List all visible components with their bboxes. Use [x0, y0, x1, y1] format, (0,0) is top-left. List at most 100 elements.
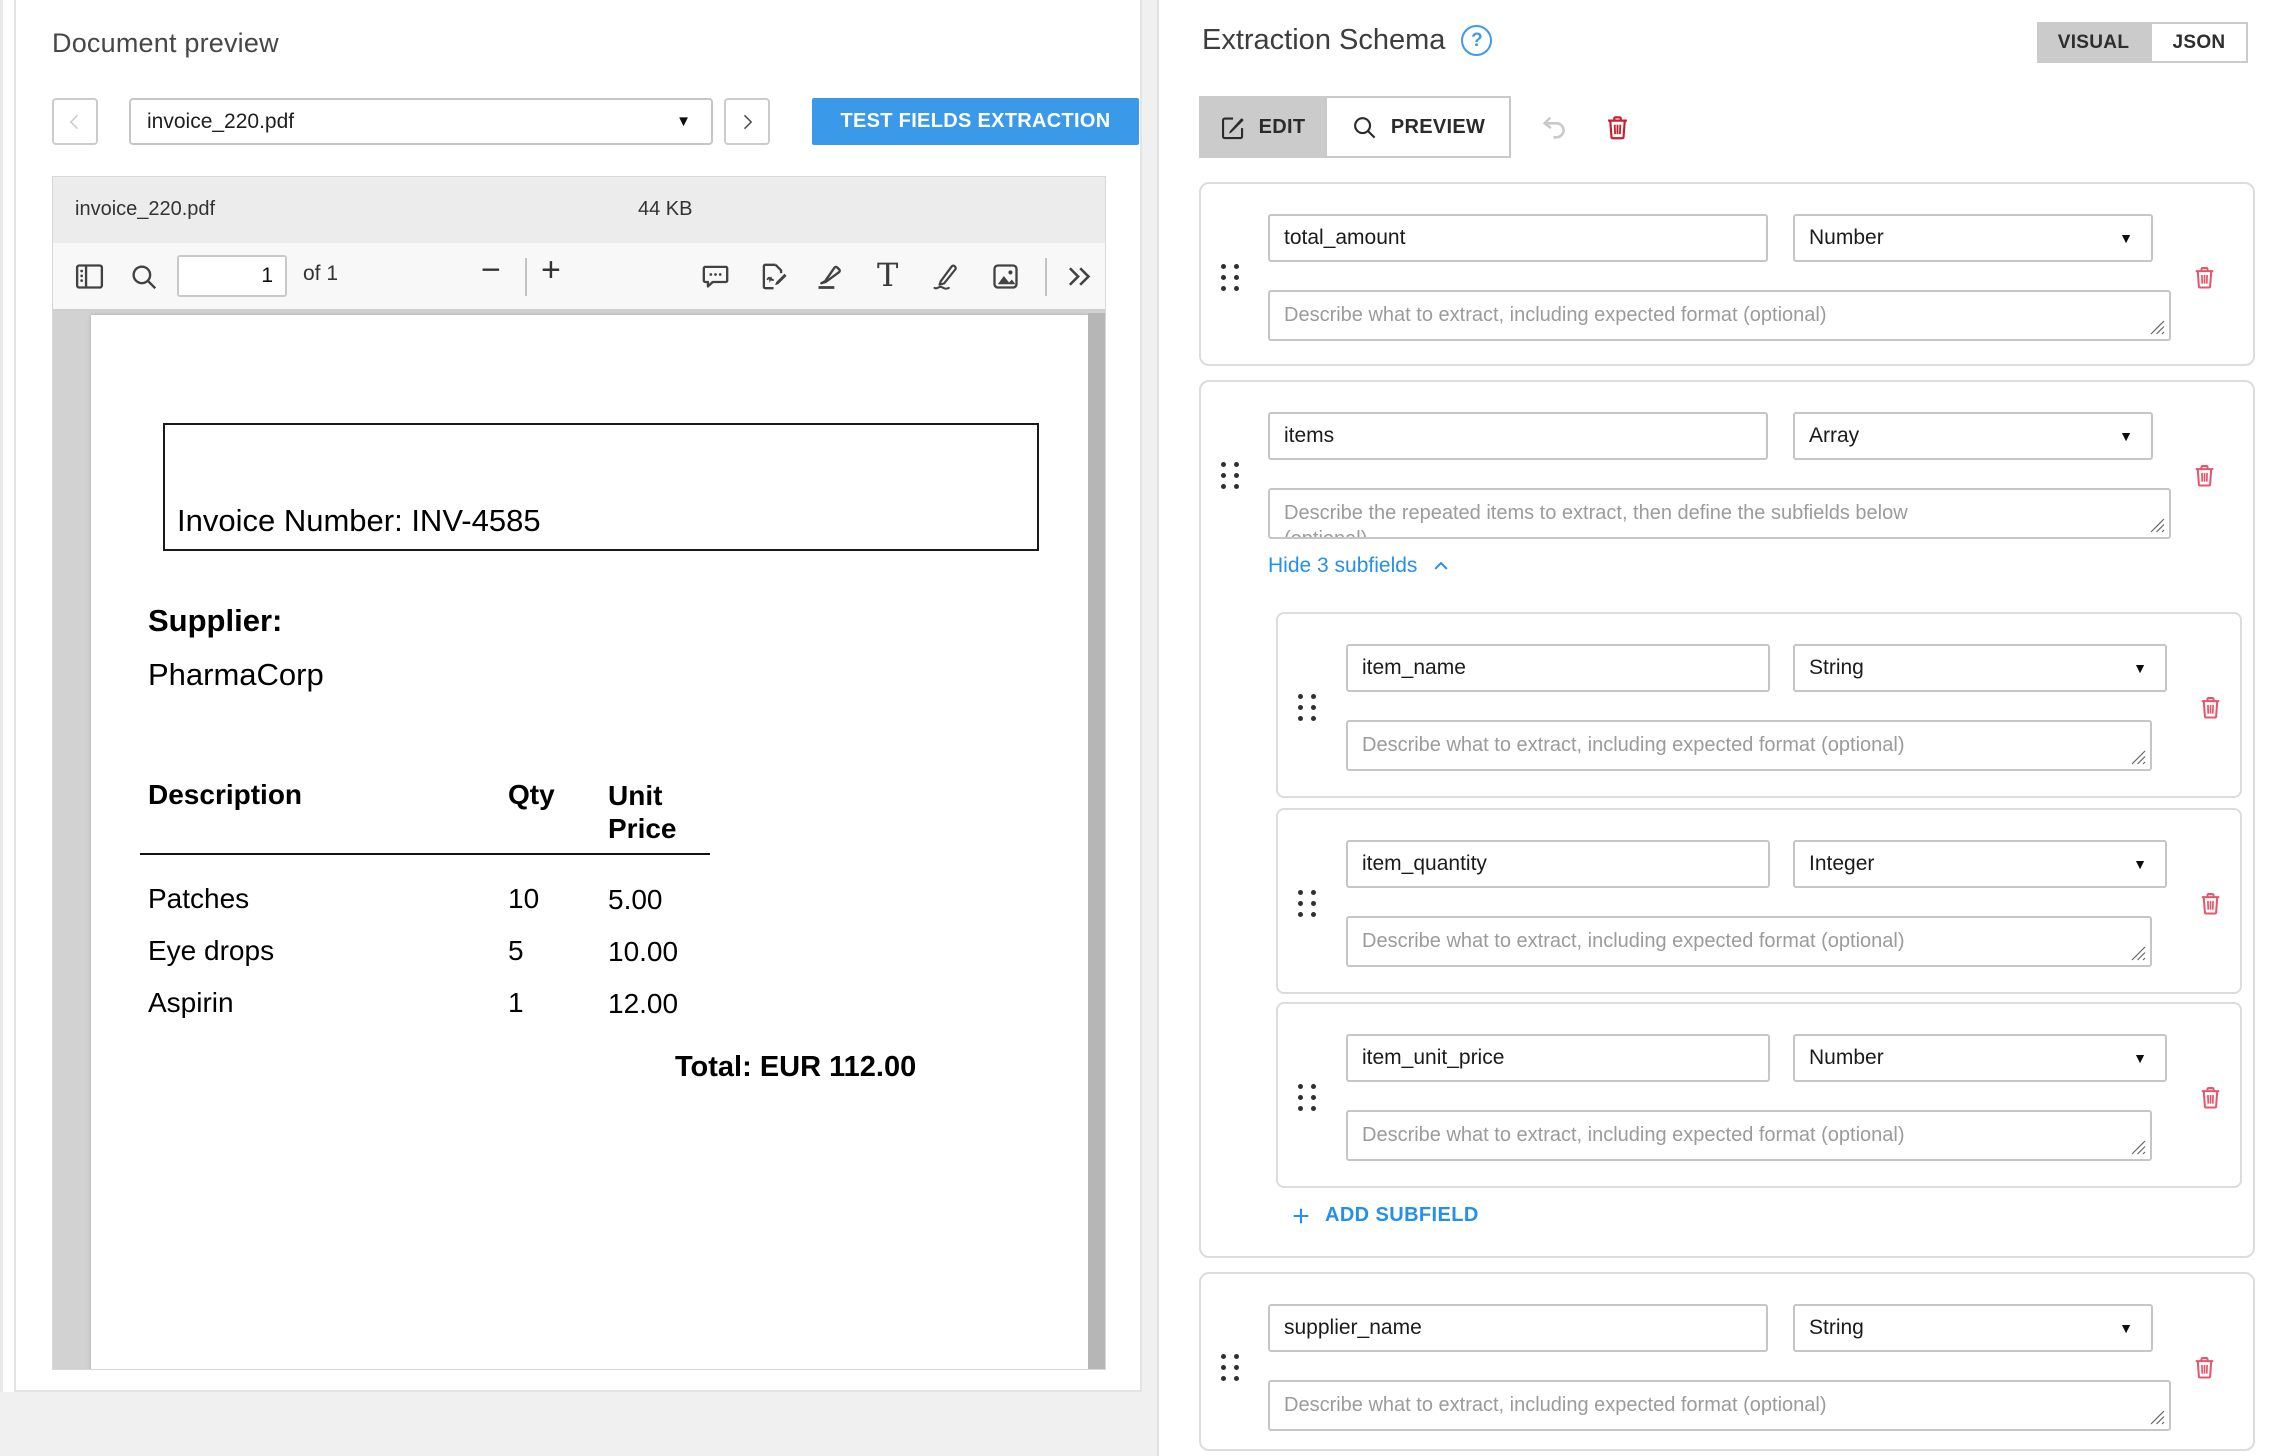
subfield-name-input[interactable] — [1346, 644, 1770, 692]
comment-icon — [699, 260, 732, 293]
drag-handle-icon[interactable] — [1221, 462, 1239, 489]
invoice-items-table: Description Qty Unit Price Patches 10 5.… — [140, 779, 710, 1020]
undo-button[interactable] — [1539, 112, 1569, 142]
add-subfield-button[interactable]: ADD SUBFIELD — [1290, 1204, 1479, 1227]
tab-preview[interactable]: PREVIEW — [1325, 96, 1511, 158]
signature-tool-button[interactable] — [757, 260, 790, 293]
delete-field-button[interactable] — [2191, 1354, 2218, 1381]
highlight-tool-button[interactable] — [813, 260, 846, 293]
field-name-input[interactable] — [1268, 214, 1768, 262]
toolbar-divider — [525, 258, 527, 296]
comment-tool-button[interactable] — [699, 260, 732, 293]
document-file-select[interactable]: invoice_220.pdf ▼ — [129, 98, 713, 145]
subfield-type-value: Number — [1809, 1046, 1884, 1070]
resize-grip-icon[interactable] — [2131, 750, 2146, 765]
pdf-search-button[interactable] — [129, 262, 159, 292]
page-count-label: of 1 — [303, 262, 338, 286]
help-icon[interactable]: ? — [1461, 25, 1492, 56]
subfield-type-select[interactable]: String ▼ — [1793, 644, 2167, 692]
hide-subfields-link[interactable]: Hide 3 subfields — [1268, 554, 1451, 578]
delete-subfield-button[interactable] — [2197, 890, 2224, 917]
field-description-wrap — [1268, 290, 2171, 341]
subfield-description-textarea[interactable] — [1346, 720, 2152, 771]
text-tool-button[interactable]: T — [877, 256, 898, 294]
edit-label: EDIT — [1259, 116, 1306, 139]
supplier-name-text: PharmaCorp — [148, 657, 324, 693]
mode-toggle-row: EDIT PREVIEW — [1199, 96, 1632, 158]
document-nav-row: invoice_220.pdf ▼ TEST FIELDS EXTRACTION — [52, 98, 1143, 145]
cell-qty: 5 — [508, 935, 608, 968]
tab-visual[interactable]: VISUAL — [2037, 22, 2150, 63]
sidebar-toggle-button[interactable] — [73, 260, 106, 293]
page-number-input[interactable] — [177, 255, 287, 297]
subfield-description-textarea[interactable] — [1346, 916, 2152, 967]
drag-handle-icon[interactable] — [1298, 1084, 1316, 1111]
drag-handle-icon[interactable] — [1221, 264, 1239, 291]
chevron-down-icon: ▼ — [2133, 856, 2147, 872]
field-type-value: Number — [1809, 226, 1884, 250]
cell-unit-price: 12.00 — [608, 987, 710, 1020]
resize-grip-icon[interactable] — [2150, 320, 2165, 335]
trash-icon — [1603, 113, 1632, 142]
resize-grip-icon[interactable] — [2150, 518, 2165, 533]
draw-tool-button[interactable] — [929, 260, 962, 293]
subfield-description-textarea[interactable] — [1346, 1110, 2152, 1161]
field-description-textarea[interactable] — [1268, 290, 2171, 341]
invoice-table-header: Description Qty Unit Price — [140, 779, 710, 855]
zoom-out-button[interactable]: − — [481, 251, 501, 290]
next-document-button[interactable] — [724, 98, 770, 145]
drag-handle-icon[interactable] — [1298, 694, 1316, 721]
subfield-description-wrap — [1346, 720, 2152, 771]
undo-icon — [1539, 112, 1569, 142]
field-description-wrap — [1268, 488, 2171, 539]
subfield-type-select[interactable]: Integer ▼ — [1793, 840, 2167, 888]
delete-subfield-button[interactable] — [2197, 694, 2224, 721]
more-tools-button[interactable] — [1063, 260, 1096, 293]
delete-field-button[interactable] — [2191, 462, 2218, 489]
subfield-name-input[interactable] — [1346, 1034, 1770, 1082]
field-type-select[interactable]: Number ▼ — [1793, 214, 2153, 262]
invoice-number-box: Invoice Number: INV-4585 — [163, 423, 1039, 551]
field-name-input[interactable] — [1268, 412, 1768, 460]
toolbar-divider — [1045, 258, 1047, 296]
view-toggle: VISUAL JSON — [2037, 22, 2248, 63]
delete-schema-button[interactable] — [1603, 113, 1632, 142]
field-description-textarea[interactable] — [1268, 1380, 2171, 1431]
pen-icon — [929, 260, 962, 293]
resize-grip-icon[interactable] — [2150, 1410, 2165, 1425]
drag-handle-icon[interactable] — [1221, 1354, 1239, 1381]
test-fields-extraction-button[interactable]: TEST FIELDS EXTRACTION — [812, 98, 1139, 145]
resize-grip-icon[interactable] — [2131, 946, 2146, 961]
delete-subfield-button[interactable] — [2197, 1084, 2224, 1111]
pdf-scrollbar-thumb[interactable] — [1088, 313, 1105, 1369]
previous-document-button[interactable] — [52, 98, 98, 145]
subfield-type-value: String — [1809, 656, 1864, 680]
cell-description: Aspirin — [148, 987, 508, 1020]
field-type-select[interactable]: String ▼ — [1793, 1304, 2153, 1352]
subfield-card-item-quantity: Integer ▼ — [1276, 808, 2242, 994]
field-card-total-amount: Number ▼ — [1199, 182, 2255, 366]
pdf-file-name: invoice_220.pdf — [75, 198, 215, 221]
image-tool-button[interactable] — [989, 260, 1022, 293]
field-name-input[interactable] — [1268, 1304, 1768, 1352]
tab-edit[interactable]: EDIT — [1199, 96, 1325, 158]
chevron-down-icon: ▼ — [2119, 428, 2133, 444]
field-card-items: Array ▼ Hide 3 subfields String ▼ — [1199, 380, 2255, 1258]
subfield-type-select[interactable]: Number ▼ — [1793, 1034, 2167, 1082]
trash-icon — [2197, 1084, 2224, 1111]
subfield-name-input[interactable] — [1346, 840, 1770, 888]
resize-grip-icon[interactable] — [2131, 1140, 2146, 1155]
cell-qty: 10 — [508, 883, 608, 916]
field-description-textarea[interactable] — [1268, 488, 2171, 539]
chevron-down-icon: ▼ — [2119, 230, 2133, 246]
delete-field-button[interactable] — [2191, 264, 2218, 291]
tab-json[interactable]: JSON — [2150, 22, 2248, 63]
chevron-down-icon: ▼ — [676, 113, 691, 130]
drag-handle-icon[interactable] — [1298, 890, 1316, 917]
pdf-viewer: invoice_220.pdf 44 KB of 1 − + T Invoice… — [52, 176, 1106, 1370]
pdf-page: Invoice Number: INV-4585 Supplier: Pharm… — [91, 315, 1088, 1370]
preview-label: PREVIEW — [1391, 116, 1485, 139]
zoom-in-button[interactable]: + — [541, 251, 561, 290]
header-qty: Qty — [508, 779, 608, 845]
field-type-select[interactable]: Array ▼ — [1793, 412, 2153, 460]
